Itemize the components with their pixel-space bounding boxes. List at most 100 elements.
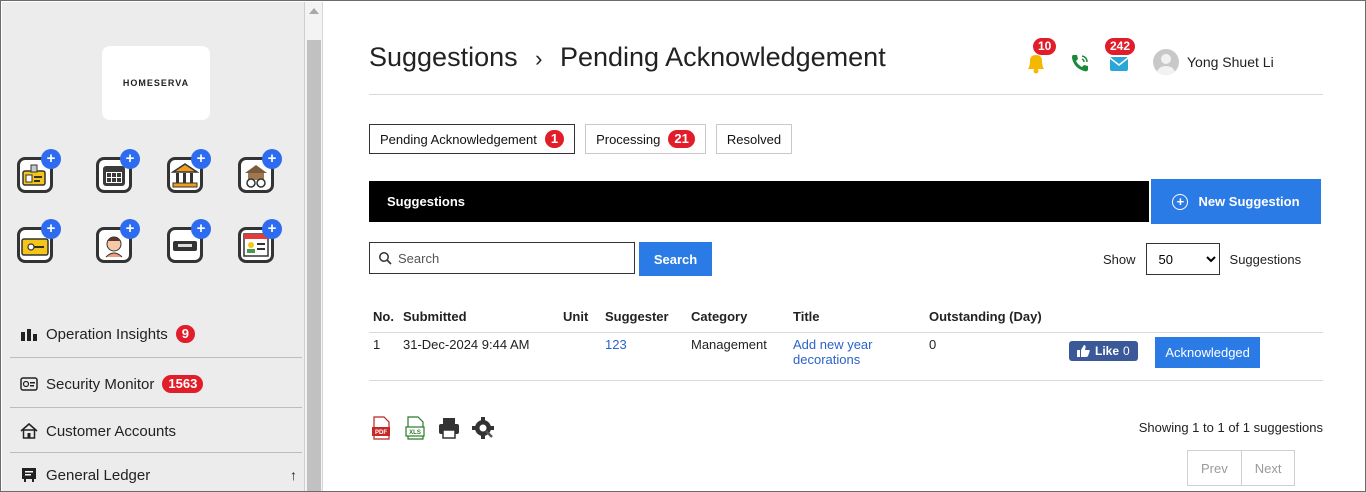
add-badge-icon: + [191,149,211,169]
panel-title: Suggestions [387,194,466,209]
login-icon[interactable]: + [238,219,282,263]
search-input[interactable] [398,250,618,266]
phone-button[interactable] [1067,48,1097,76]
sidebar-item-label: Customer Accounts [46,422,177,440]
table-header-row: No. Submitted Unit Suggester Category Ti… [369,302,1323,333]
sidebar-item-label: Security Monitor [46,375,155,393]
tab-label: Resolved [726,131,782,147]
visitor-icon[interactable]: + [96,219,140,263]
suggestion-title-link[interactable]: Add new year decorations [793,337,873,367]
new-suggestion-label: New Suggestion [1198,194,1300,209]
plus-circle-icon: + [1172,193,1189,210]
add-badge-icon: + [262,149,282,169]
suggester-link[interactable]: 123 [605,337,627,352]
tab-count-badge: 1 [544,130,565,148]
breadcrumb-separator: › [535,46,543,71]
column-header[interactable]: Unit [559,302,601,333]
license-plate-icon[interactable]: + [167,219,211,263]
pagination-info: Showing 1 to 1 of 1 suggestions [1138,420,1323,435]
sidebar-item-general-ledger[interactable]: General Ledger ↑ [18,453,302,491]
bank-icon[interactable]: + [167,149,211,193]
calendar-icon[interactable]: + [96,149,140,193]
pdf-icon[interactable]: PDF [369,416,393,440]
notifications-button[interactable]: 10 [1023,38,1059,76]
title-line: decorations [793,351,861,367]
suggestions-table: No. Submitted Unit Suggester Category Ti… [369,302,1323,381]
thumbs-up-icon [1077,344,1090,357]
id-card-icon[interactable]: + [17,149,61,193]
column-header[interactable]: Submitted [399,302,559,333]
column-header[interactable]: No. [369,302,399,333]
phone-icon [1072,55,1088,72]
table-row[interactable]: 1 31-Dec-2024 9:44 AM 123 Management Add… [369,332,1323,381]
tab-count-badge: 21 [668,130,695,148]
company-logo[interactable]: HOMESERVA [102,46,210,120]
search-icon [379,252,392,265]
collapse-arrow-icon[interactable]: ↑ [290,467,297,483]
sidebar-item-label: General Ledger [46,466,151,484]
add-badge-icon: + [41,219,61,239]
facilities-icon[interactable]: + [238,149,282,193]
sidebar-item-security-monitor[interactable]: Security Monitor 1563 [18,362,302,406]
settings-icon[interactable] [471,416,495,440]
add-badge-icon: + [191,219,211,239]
header-divider [369,94,1323,95]
cell-no: 1 [369,332,399,381]
sidebar-scrollbar[interactable] [305,2,323,491]
search-field[interactable] [369,242,635,274]
column-header[interactable]: Outstanding (Day) [925,302,1065,333]
add-badge-icon: + [262,219,282,239]
column-header[interactable]: Suggester [601,302,687,333]
main-content: Suggestions › Pending Acknowledgement 10 [323,2,1365,491]
cell-outstanding: 0 [925,332,1065,381]
tab-pending-acknowledgement[interactable]: Pending Acknowledgement 1 [369,124,576,154]
tab-processing[interactable]: Processing 21 [585,124,706,154]
xls-label: XLS [409,430,421,436]
status-tabs: Pending Acknowledgement 1 Processing 21 … [369,124,802,154]
header-actions: 10 242 Yong Shuet Li [1023,38,1274,78]
like-count: 0 [1123,343,1130,358]
page-size-select[interactable]: 50 [1145,243,1220,275]
breadcrumb-root[interactable]: Suggestions [369,42,518,72]
print-icon[interactable] [437,416,461,440]
cell-category: Management [687,332,789,381]
show-suffix: Suggestions [1229,251,1302,267]
xls-icon[interactable]: XLS [403,416,427,440]
prev-page-button[interactable]: Prev [1187,450,1242,486]
column-header-actions [1065,302,1323,333]
sidebar-item-operation-insights[interactable]: Operation Insights 9 [18,312,302,356]
user-name[interactable]: Yong Shuet Li [1187,54,1274,70]
avatar[interactable] [1153,49,1179,75]
page-title: Suggestions › Pending Acknowledgement [369,42,886,73]
message-icon [1109,57,1129,71]
ledger-icon [18,466,40,484]
message-count-badge: 242 [1105,38,1136,55]
pagination: Prev Next [1187,450,1296,486]
column-header[interactable]: Category [687,302,789,333]
acknowledged-button[interactable]: Acknowledged [1155,336,1260,368]
logo-text: HOMESERVA [122,78,190,88]
scroll-up-icon[interactable] [309,8,319,14]
show-label: Show [1103,251,1136,267]
count-badge: 1563 [162,375,204,393]
tab-resolved[interactable]: Resolved [715,124,793,154]
add-badge-icon: + [41,149,61,169]
search-button[interactable]: Search [639,242,712,276]
title-line: Add new year [793,336,873,352]
like-button[interactable]: Like 0 [1069,340,1138,361]
app-window: HOMESERVA + + + + + + + + Operation Insi… [0,0,1366,492]
add-badge-icon: + [120,219,140,239]
sidebar: HOMESERVA + + + + + + + + Operation Insi… [2,2,305,491]
bar-chart-icon [18,325,40,343]
count-badge: 9 [175,325,195,343]
scrollbar-thumb[interactable] [307,40,321,491]
new-suggestion-button[interactable]: + New Suggestion [1151,179,1321,224]
breadcrumb-current: Pending Acknowledgement [559,42,886,72]
next-page-button[interactable]: Next [1241,450,1296,486]
messages-button[interactable]: 242 [1105,38,1141,76]
sidebar-item-customer-accounts[interactable]: Customer Accounts [18,409,302,453]
keycard-icon[interactable]: + [17,219,61,263]
notification-count-badge: 10 [1033,38,1057,55]
column-header[interactable]: Title [789,302,925,333]
cell-submitted: 31-Dec-2024 9:44 AM [399,332,559,381]
